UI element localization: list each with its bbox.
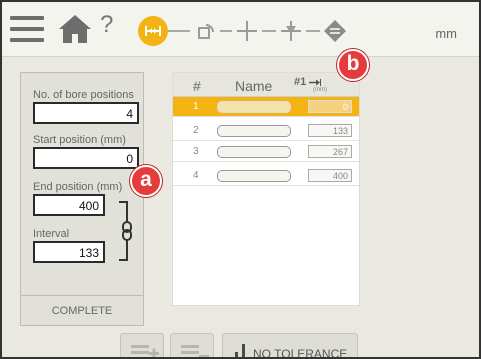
table-row[interactable]: 2 133: [173, 121, 359, 141]
interval-label: Interval: [33, 228, 70, 240]
remove-row-button[interactable]: [170, 333, 214, 357]
row-name-field[interactable]: [217, 125, 291, 137]
step-crosshair[interactable]: [232, 16, 262, 46]
tolerance-bars-icon: [235, 344, 245, 357]
table-row[interactable]: 4 400: [173, 166, 359, 186]
table-header: # Name #1 (mm): [173, 73, 359, 97]
remove-row-icon: [181, 345, 209, 357]
row-position-value[interactable]: 400: [308, 169, 352, 182]
bore-positions-table: # Name #1 (mm) 1 0 2 133 3 267 4 400: [172, 72, 360, 306]
table-row[interactable]: 3 267: [173, 142, 359, 162]
annotation-b-marker: b: [337, 49, 369, 81]
bore-count-field[interactable]: 4: [33, 102, 139, 124]
annotation-a-marker: a: [130, 165, 162, 197]
app-window: ? mm No. of bore positions 4 Start posit…: [0, 0, 481, 359]
top-toolbar: ? mm: [2, 2, 479, 57]
distance-step-icon: [145, 26, 161, 36]
crosshair-step-icon: [237, 21, 257, 41]
row-position-value[interactable]: 267: [308, 145, 352, 158]
help-icon[interactable]: ?: [100, 11, 113, 39]
column-header-index: #: [193, 78, 201, 94]
unit-label: mm: [435, 26, 457, 41]
row-name-field[interactable]: [217, 101, 291, 113]
add-row-icon: [131, 345, 159, 357]
row-index: 3: [193, 146, 199, 157]
row-index: 4: [193, 170, 199, 181]
row-index: 2: [193, 125, 199, 136]
workflow-steps: [134, 10, 358, 50]
complete-button[interactable]: COMPLETE: [21, 295, 143, 325]
start-position-label: Start position (mm): [33, 134, 126, 146]
start-position-field[interactable]: 0: [33, 147, 139, 169]
interval-field[interactable]: 133: [33, 241, 105, 263]
add-row-button[interactable]: [120, 333, 164, 357]
distance-arrow-icon: [309, 78, 322, 86]
row-index: 1: [193, 101, 199, 112]
target-step-icon: [281, 21, 301, 41]
hamburger-menu-icon[interactable]: [10, 16, 44, 42]
row-name-field[interactable]: [217, 170, 291, 182]
result-step-icon: [324, 20, 346, 42]
home-icon[interactable]: [58, 14, 92, 44]
row-position-value[interactable]: 133: [308, 124, 352, 137]
step-distance[interactable]: [138, 16, 168, 46]
end-position-label: End position (mm): [33, 181, 123, 193]
table-row[interactable]: 1 0: [173, 97, 359, 117]
bore-count-label: No. of bore positions: [33, 89, 134, 101]
step-sensor[interactable]: [190, 16, 220, 46]
bore-settings-panel: No. of bore positions 4 Start position (…: [20, 72, 144, 326]
end-position-field[interactable]: 400: [33, 194, 105, 216]
column-header-name: Name: [235, 78, 273, 94]
step-result[interactable]: [320, 16, 350, 46]
column-header-unit: (mm): [313, 87, 327, 93]
step-target[interactable]: [276, 16, 306, 46]
chain-link-icon[interactable]: [115, 200, 145, 262]
column-header-position-label: #1: [294, 76, 307, 88]
row-name-field[interactable]: [217, 146, 291, 158]
tolerance-button[interactable]: NO TOLERANCE: [222, 333, 358, 359]
row-position-value[interactable]: 0: [308, 100, 352, 113]
sensor-step-icon: [198, 24, 214, 39]
tolerance-label: NO TOLERANCE: [253, 347, 348, 359]
